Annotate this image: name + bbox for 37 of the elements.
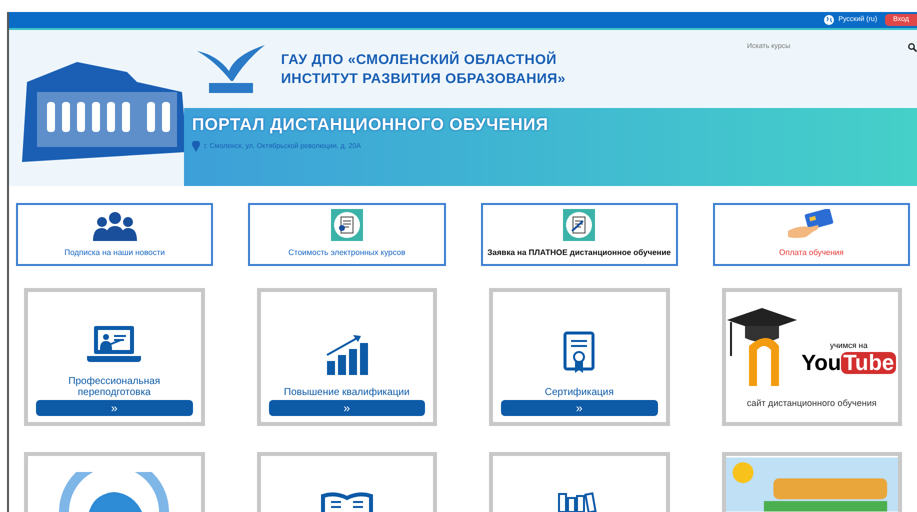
tile-label: Сертификация [544,387,614,398]
quick-link-label: Заявка на ПЛАТНОЕ дистанционное обучение [487,247,671,259]
globe-icon [824,14,834,25]
people-icon [92,211,137,241]
course-tile[interactable] [256,452,437,512]
more-button[interactable]: » [268,400,425,416]
open-book-icon [318,490,375,512]
more-button[interactable]: » [36,400,192,416]
caption-text: учимся на [830,340,868,352]
quick-link-label: Подписка на наши новости [64,247,165,259]
certificate-icon [563,331,596,375]
course-tile[interactable]: учимся на YouTube сайт дистанционного обучения [722,288,902,426]
institute-name: ГАУ ДПО «СМОЛЕНСКИЙ ОБЛАСТНОЙ [281,50,558,69]
youtube-logo: YouTube [801,352,896,374]
institute-name: ИНСТИТУТ РАЗВИТИЯ ОБРАЗОВАНИЯ» [281,68,566,88]
course-tile[interactable] [24,452,204,512]
quick-link-label: Стоимость электронных курсов [288,247,406,259]
tile-label: Повышение квалификации [284,387,410,398]
bar-chart-icon [324,333,369,375]
more-button[interactable]: » [501,400,658,416]
location-pin-icon [192,141,200,152]
laptop-icon [87,324,142,364]
course-tile[interactable]: Профессиональная переподготовка » [24,288,204,426]
quick-link-card[interactable]: Стоимость электронных курсов [248,203,446,266]
course-tile[interactable] [489,452,670,512]
tile-label: Профессиональная переподготовка [67,376,162,398]
document-icon [330,209,363,241]
course-tile[interactable]: Сертификация » [489,288,670,426]
quick-link-label: Оплата обучения [779,247,844,259]
document-icon [563,209,596,241]
quick-link-card[interactable]: Подписка на наши новости [16,203,214,266]
quick-link-card[interactable]: Оплата обучения [712,203,910,266]
search-icon [908,42,917,52]
course-tile[interactable]: Повышение квалификации » [256,288,437,426]
quick-link-card[interactable]: Заявка на ПЛАТНОЕ дистанционное обучение [480,203,678,266]
tile-label: сайт дистанционного обучения [746,396,877,410]
portal-title: ПОРТАЛ ДИСТАНЦИОННОГО ОБУЧЕНИЯ [192,114,548,136]
